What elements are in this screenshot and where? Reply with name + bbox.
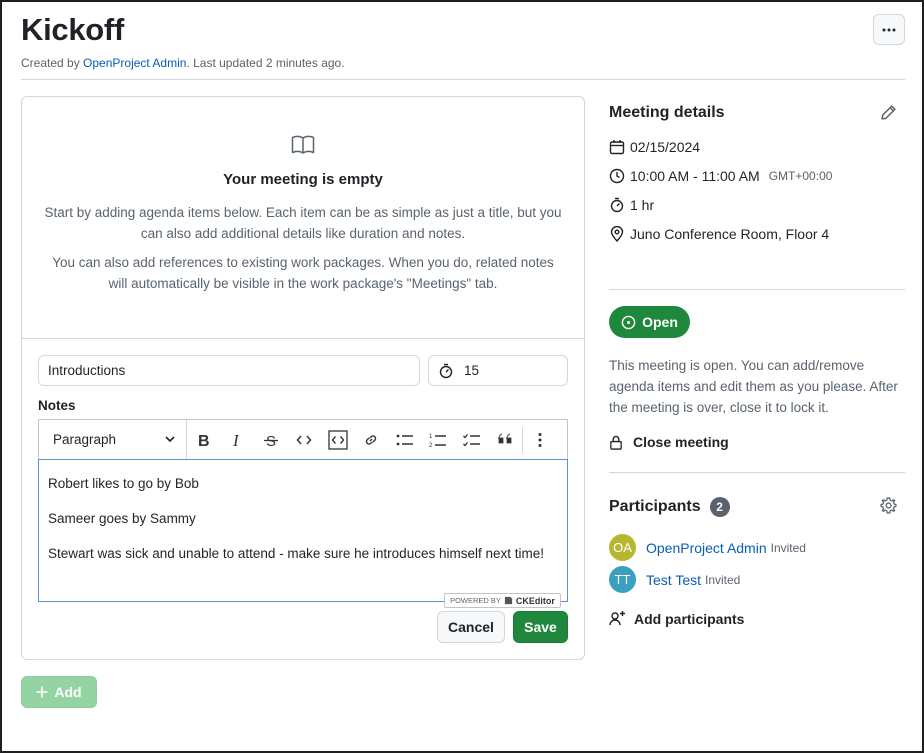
- timezone-label: GMT+00:00: [768, 169, 833, 183]
- bold-button[interactable]: B: [187, 420, 221, 460]
- plus-icon: [36, 686, 48, 698]
- stopwatch-icon: [610, 197, 624, 213]
- pencil-icon[interactable]: [880, 104, 897, 121]
- code-block-icon: [328, 429, 348, 450]
- italic-button[interactable]: I: [221, 420, 255, 460]
- blockquote-button[interactable]: [489, 420, 523, 460]
- participant-status: Invited: [770, 540, 806, 555]
- participant-status: Invited: [705, 572, 741, 587]
- svg-text:2: 2: [429, 443, 433, 449]
- save-button[interactable]: Save: [513, 611, 568, 643]
- participants-count-badge: 2: [709, 497, 730, 517]
- ckeditor-powered-by[interactable]: POWERED BY CKEditor: [444, 593, 561, 608]
- add-agenda-item-button[interactable]: Add: [21, 676, 97, 708]
- meeting-date: 02/15/2024: [609, 139, 700, 155]
- more-tools-button[interactable]: [523, 420, 557, 460]
- kebab-vertical-icon: [538, 432, 542, 447]
- notes-label: Notes: [38, 398, 76, 413]
- svg-text:I: I: [232, 432, 240, 448]
- meeting-details-title: Meeting details: [609, 104, 725, 121]
- meeting-time: 10:00 AM - 11:00 AM GMT+00:00: [609, 168, 832, 184]
- book-icon: [291, 135, 315, 154]
- numbered-list-button[interactable]: 12: [422, 420, 456, 460]
- agenda-item-title-input[interactable]: Introductions: [38, 355, 420, 386]
- empty-agenda-blankslate: Your meeting is empty Start by adding ag…: [22, 97, 584, 339]
- todo-list-icon: [462, 433, 480, 446]
- sidebar-divider: [609, 289, 905, 290]
- stopwatch-icon: [439, 363, 453, 378]
- header-divider: [21, 79, 905, 80]
- close-meeting-button[interactable]: Close meeting: [609, 434, 729, 450]
- meeting-duration: 1 hr: [609, 197, 654, 213]
- numbered-list-icon: 12: [429, 434, 447, 449]
- notes-line: Sameer goes by Sammy: [48, 511, 196, 526]
- issue-opened-icon: [621, 315, 636, 329]
- agenda-item-duration-input[interactable]: 15: [428, 355, 568, 386]
- gear-icon[interactable]: [880, 497, 897, 514]
- todo-list-button[interactable]: [455, 420, 489, 460]
- bold-icon: B: [198, 433, 210, 448]
- editor-toolbar: Paragraph B I S 12: [38, 419, 568, 460]
- code-button[interactable]: [288, 420, 322, 460]
- kebab-horizontal-icon: [882, 28, 896, 31]
- link-button[interactable]: [355, 420, 389, 460]
- empty-title: Your meeting is empty: [223, 171, 383, 188]
- agenda-card: Your meeting is empty Start by adding ag…: [21, 96, 585, 660]
- person-add-icon: [609, 611, 625, 626]
- cancel-button[interactable]: Cancel: [437, 611, 505, 643]
- empty-description: Start by adding agenda items below. Each…: [44, 205, 562, 241]
- ckeditor-logo-icon: [504, 596, 513, 605]
- bulleted-list-button[interactable]: [388, 420, 422, 460]
- avatar: TT: [609, 566, 636, 593]
- svg-text:B: B: [198, 433, 210, 448]
- heading-select[interactable]: Paragraph: [39, 419, 187, 460]
- participant-item: TT Test Test Invited: [609, 566, 740, 593]
- more-actions-button[interactable]: [873, 14, 905, 45]
- notes-line: Stewart was sick and unable to attend - …: [48, 546, 544, 561]
- chevron-down-icon: [165, 435, 175, 442]
- code-block-button[interactable]: [321, 420, 355, 460]
- code-icon: [296, 435, 312, 444]
- participant-item: OA OpenProject Admin Invited: [609, 534, 806, 561]
- page-title: Kickoff: [21, 12, 124, 47]
- bulleted-list-icon: [396, 434, 413, 445]
- strikethrough-button[interactable]: S: [254, 420, 288, 460]
- add-participants-button[interactable]: Add participants: [609, 610, 744, 627]
- quote-icon: [498, 433, 512, 443]
- lock-icon: [610, 435, 622, 450]
- participant-name-link[interactable]: Test Test: [646, 572, 701, 588]
- link-icon: [366, 434, 377, 445]
- clock-icon: [609, 168, 625, 184]
- sidebar-divider: [609, 472, 905, 473]
- meeting-location: Juno Conference Room, Floor 4: [609, 226, 829, 242]
- strikethrough-icon: S: [263, 433, 278, 448]
- italic-icon: I: [232, 432, 240, 448]
- calendar-icon: [609, 140, 625, 155]
- avatar: OA: [609, 534, 636, 561]
- notes-editor[interactable]: Robert likes to go by Bob Sameer goes by…: [38, 459, 568, 602]
- participants-title: Participants 2: [609, 497, 730, 517]
- notes-line: Robert likes to go by Bob: [48, 476, 199, 491]
- author-link[interactable]: OpenProject Admin: [83, 56, 186, 70]
- empty-description-references: You can also add references to existing …: [52, 255, 554, 291]
- svg-text:1: 1: [429, 434, 433, 440]
- participant-name-link[interactable]: OpenProject Admin: [646, 540, 767, 556]
- location-icon: [610, 226, 624, 242]
- meeting-status-badge: Open: [609, 306, 690, 338]
- meeting-status-text: This meeting is open. You can add/remove…: [609, 358, 898, 415]
- page-subtitle: Created by OpenProject Admin. Last updat…: [21, 56, 345, 70]
